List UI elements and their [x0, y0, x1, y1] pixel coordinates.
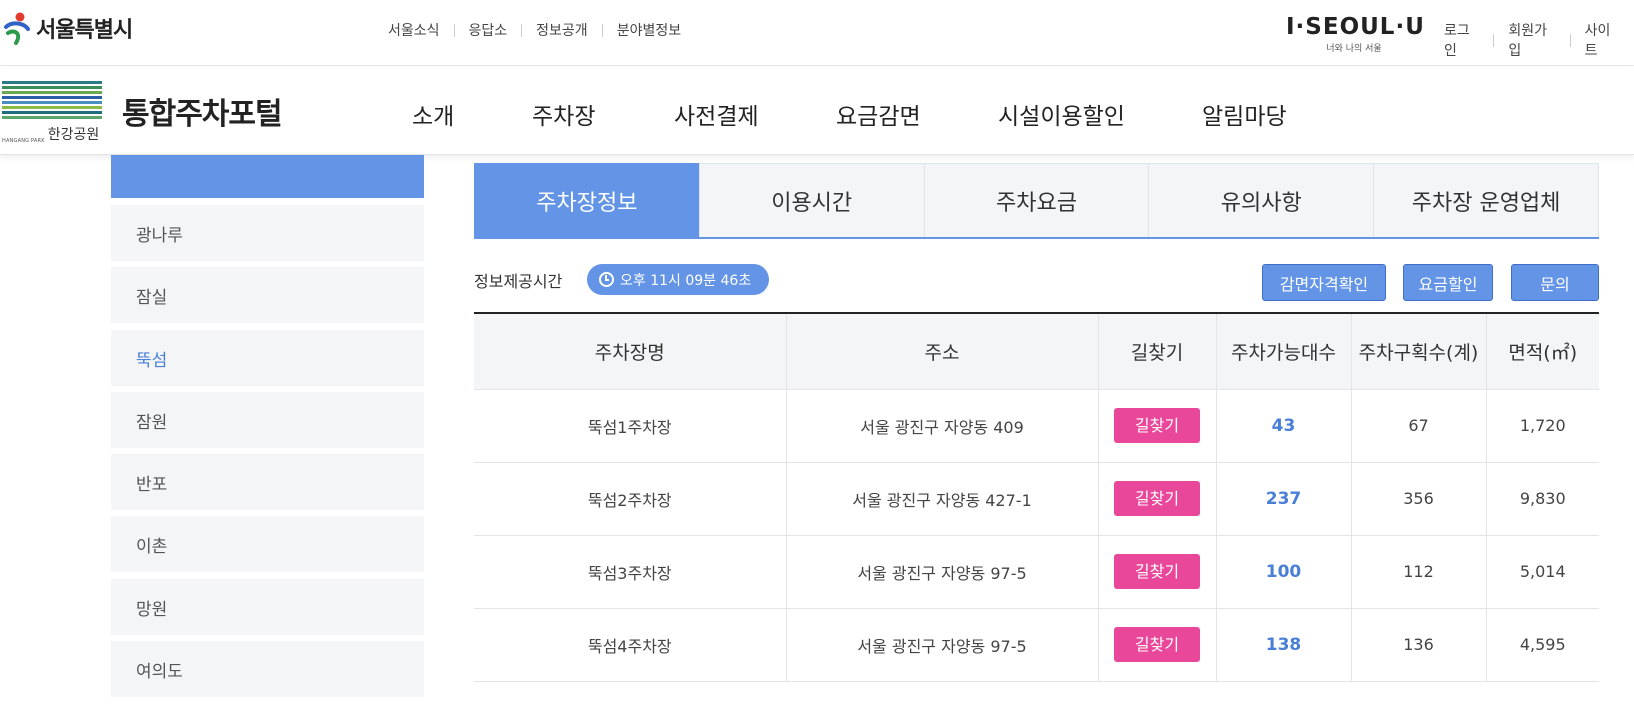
- top-link-fields[interactable]: 분야별정보: [603, 20, 695, 40]
- cell-area: 4,595: [1486, 608, 1599, 682]
- brand-sub: 너와 나의 서울: [1326, 44, 1382, 54]
- top-utility-bar: 서울특별시 서울소식 응답소 정보공개 분야별정보 I·SEOUL·U 너와 나…: [0, 0, 1634, 66]
- sidebar-item-ichon[interactable]: 이촌: [111, 516, 424, 572]
- cell-available: 43: [1216, 389, 1352, 463]
- table-row: 뚝섬1주차장 서울 광진구 자양동 409 길찾기 43 67 1,720: [474, 389, 1599, 463]
- cell-directions: 길찾기: [1098, 535, 1217, 609]
- column-header-available: 주차가능대수: [1216, 313, 1352, 390]
- cell-total-spaces: 112: [1351, 535, 1487, 609]
- cell-area: 9,830: [1486, 462, 1599, 536]
- top-link-news[interactable]: 서울소식: [388, 20, 454, 40]
- top-link-disclosure[interactable]: 정보공개: [522, 20, 602, 40]
- sitemap-link[interactable]: 사이트: [1571, 20, 1634, 60]
- eligibility-check-button[interactable]: 감면자격확인: [1262, 264, 1386, 301]
- top-links: 서울소식 응답소 정보공개 분야별정보: [388, 20, 695, 40]
- info-time-label: 정보제공시간: [474, 272, 563, 291]
- cell-total-spaces: 136: [1351, 608, 1487, 682]
- sidebar-header: [111, 155, 424, 198]
- cell-directions: 길찾기: [1098, 462, 1217, 536]
- top-link-response[interactable]: 응답소: [455, 20, 522, 40]
- sidebar-item-mangwon[interactable]: 망원: [111, 579, 424, 635]
- sidebar-item-jamsil[interactable]: 잠실: [111, 267, 424, 323]
- column-header-area: 면적(㎡): [1486, 313, 1599, 390]
- logo-korean: 한강공원: [47, 127, 100, 143]
- cell-name: 뚝섬1주차장: [474, 389, 787, 463]
- tab-operators[interactable]: 주차장 운영업체: [1373, 163, 1599, 237]
- cell-name: 뚝섬2주차장: [474, 462, 787, 536]
- cell-address: 서울 광진구 자양동 97-5: [786, 535, 1099, 609]
- menu-intro[interactable]: 소개: [412, 97, 532, 131]
- column-header-address: 주소: [786, 313, 1099, 390]
- sidebar-item-yeouido[interactable]: 여의도: [111, 641, 424, 697]
- menu-prepay[interactable]: 사전결제: [674, 97, 836, 131]
- brand-main: I·SEOUL·U: [1286, 14, 1425, 40]
- cell-name: 뚝섬4주차장: [474, 608, 787, 682]
- column-header-total-spaces: 주차구획수(계): [1351, 313, 1487, 390]
- cell-available: 237: [1216, 462, 1352, 536]
- directions-button[interactable]: 길찾기: [1114, 408, 1200, 443]
- menu-facility-discount[interactable]: 시설이용할인: [998, 97, 1202, 131]
- table-row: 뚝섬2주차장 서울 광진구 자양동 427-1 길찾기 237 356 9,83…: [474, 462, 1599, 536]
- info-time-badge: 오후 11시 09분 46초: [587, 264, 770, 295]
- menu-notice[interactable]: 알림마당: [1202, 97, 1287, 131]
- cell-total-spaces: 356: [1351, 462, 1487, 536]
- signup-link[interactable]: 회원가입: [1494, 20, 1569, 60]
- menu-fee-reduction[interactable]: 요금감면: [836, 97, 998, 131]
- portal-title[interactable]: 통합주차포털: [122, 89, 283, 133]
- sidebar-item-ttukseom[interactable]: 뚝섬: [111, 330, 424, 386]
- logo-english: HANGANG PARK: [2, 138, 45, 144]
- iseoulu-logo[interactable]: I·SEOUL·U 너와 나의 서울: [1286, 14, 1425, 54]
- seoul-symbol-icon: [4, 12, 30, 45]
- directions-button[interactable]: 길찾기: [1114, 554, 1200, 589]
- tab-notes[interactable]: 유의사항: [1148, 163, 1375, 237]
- clock-icon: [599, 272, 614, 287]
- table-row: 뚝섬3주차장 서울 광진구 자양동 97-5 길찾기 100 112 5,014: [474, 535, 1599, 609]
- info-time-value: 오후 11시 09분 46초: [620, 272, 752, 289]
- cell-area: 5,014: [1486, 535, 1599, 609]
- tab-fees[interactable]: 주차요금: [923, 163, 1150, 237]
- cell-directions: 길찾기: [1098, 389, 1217, 463]
- table-header-row: 주차장명 주소 길찾기 주차가능대수 주차구획수(계) 면적(㎡): [474, 313, 1599, 390]
- cell-directions: 길찾기: [1098, 608, 1217, 682]
- directions-button[interactable]: 길찾기: [1114, 481, 1200, 516]
- gnb-menu: 소개 주차장 사전결제 요금감면 시설이용할인 알림마당: [412, 97, 1287, 131]
- seoul-city-logo[interactable]: 서울특별시: [2, 10, 133, 46]
- sidebar-item-gwangnaru[interactable]: 광나루: [111, 205, 424, 261]
- content-tabs: 주차장정보 이용시간 주차요금 유의사항 주차장 운영업체: [474, 163, 1599, 239]
- column-header-directions: 길찾기: [1098, 313, 1217, 390]
- cell-name: 뚝섬3주차장: [474, 535, 787, 609]
- city-name: 서울특별시: [36, 18, 133, 43]
- cell-address: 서울 광진구 자양동 427-1: [786, 462, 1099, 536]
- sidebar-item-jamwon[interactable]: 잠원: [111, 392, 424, 448]
- cell-area: 1,720: [1486, 389, 1599, 463]
- inquiry-button[interactable]: 문의: [1511, 264, 1599, 301]
- global-navigation: HANGANG PARK 한강공원 통합주차포털 소개 주차장 사전결제 요금감…: [0, 67, 1634, 155]
- tab-parking-info[interactable]: 주차장정보: [474, 163, 700, 237]
- fee-discount-button[interactable]: 요금할인: [1403, 264, 1493, 301]
- account-links: 로그인 회원가입 사이트: [1444, 20, 1634, 60]
- login-link[interactable]: 로그인: [1444, 20, 1493, 60]
- cell-available: 138: [1216, 608, 1352, 682]
- hangang-park-logo[interactable]: HANGANG PARK 한강공원: [2, 81, 102, 144]
- table-row: 뚝섬4주차장 서울 광진구 자양동 97-5 길찾기 138 136 4,595: [474, 608, 1599, 682]
- menu-parking[interactable]: 주차장: [532, 97, 674, 131]
- hangang-stripes-icon: [2, 81, 102, 119]
- column-header-name: 주차장명: [474, 313, 787, 390]
- cell-total-spaces: 67: [1351, 389, 1487, 463]
- cell-available: 100: [1216, 535, 1352, 609]
- sidebar-item-banpo[interactable]: 반포: [111, 454, 424, 510]
- directions-button[interactable]: 길찾기: [1114, 627, 1200, 662]
- cell-address: 서울 광진구 자양동 97-5: [786, 608, 1099, 682]
- cell-address: 서울 광진구 자양동 409: [786, 389, 1099, 463]
- tab-hours[interactable]: 이용시간: [698, 163, 925, 237]
- parking-table: 주차장명 주소 길찾기 주차가능대수 주차구획수(계) 면적(㎡) 뚝섬1주차장…: [474, 312, 1599, 682]
